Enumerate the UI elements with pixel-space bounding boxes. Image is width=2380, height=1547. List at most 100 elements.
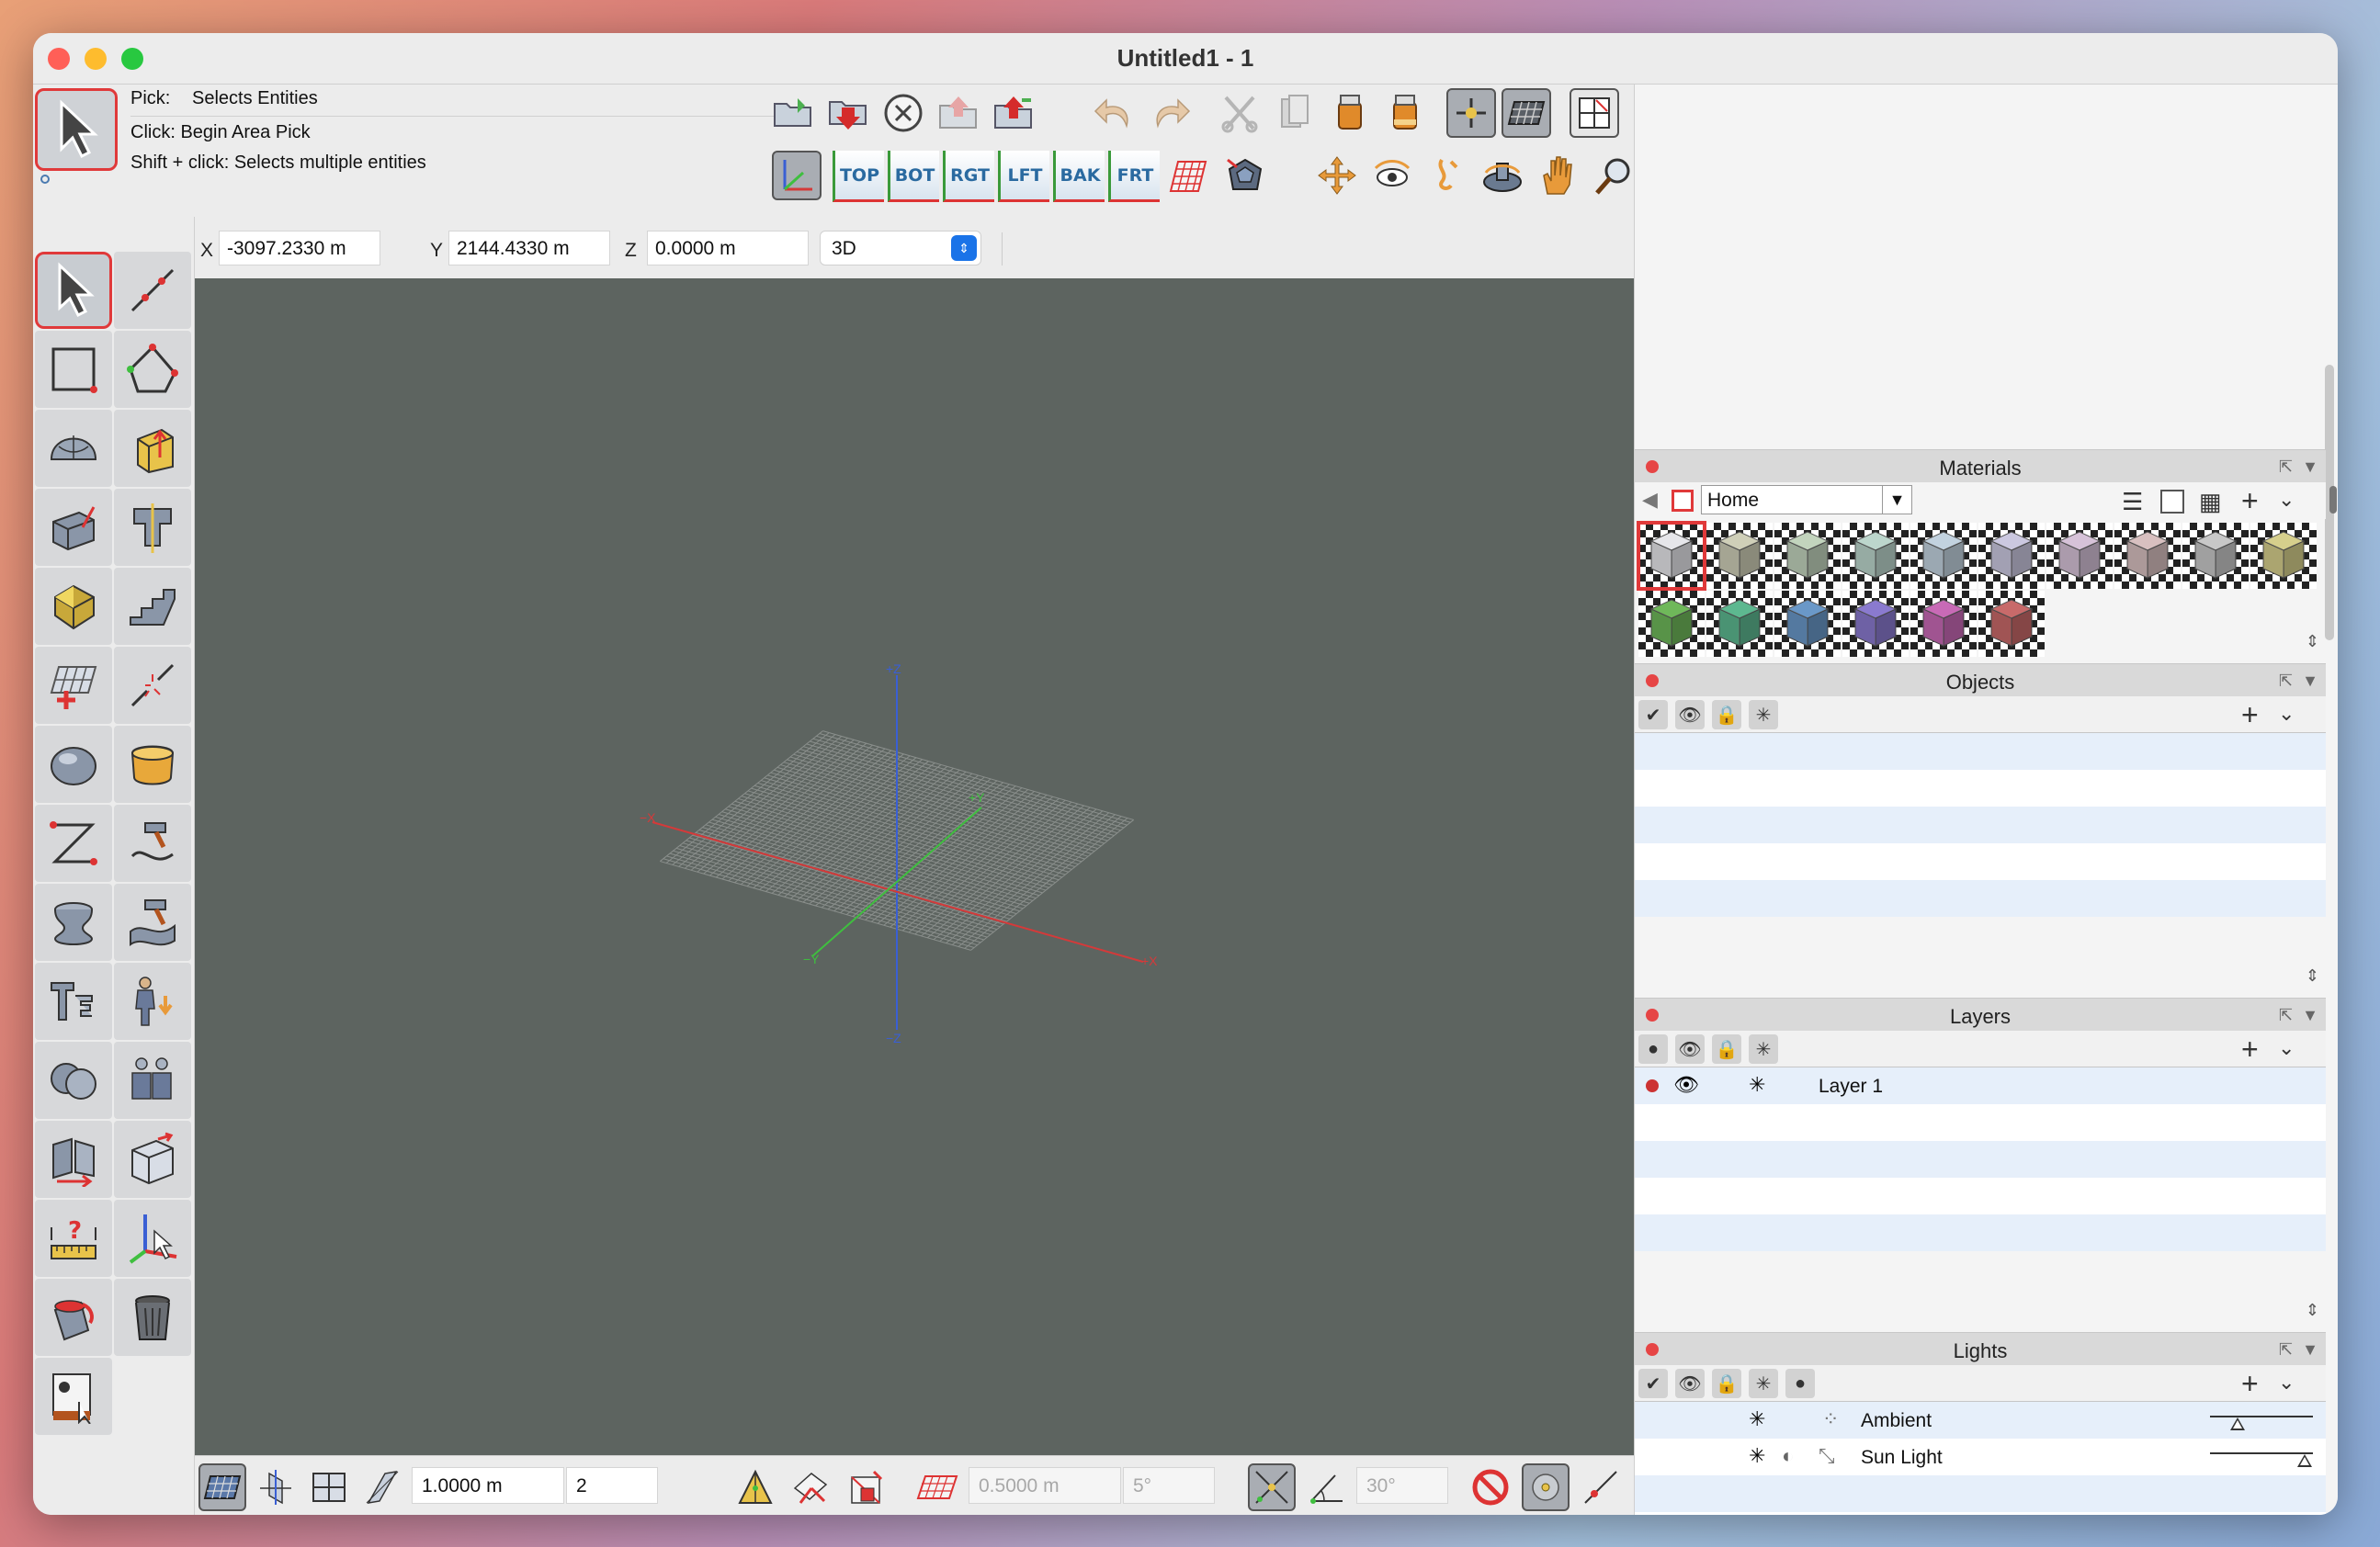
angle-constraint-field[interactable]: 30° [1356, 1467, 1448, 1504]
delete-tool[interactable] [114, 1279, 191, 1356]
y-coordinate-field[interactable]: 2144.4330 m [448, 231, 610, 265]
eye-icon[interactable]: 👁 [1673, 1073, 1699, 1097]
objects-chevron-down-icon[interactable]: ⌄ [2278, 702, 2295, 726]
grid-spacing-field[interactable]: 1.0000 m [412, 1467, 564, 1504]
material-swatch[interactable] [2046, 523, 2113, 589]
text-tool[interactable] [35, 963, 112, 1040]
3d-viewport[interactable]: +Z −Z +Y −Y +X −X [195, 278, 1634, 1486]
tool-options-dot[interactable] [40, 175, 50, 184]
light-row-sun[interactable]: ✳ ◐ ⤡ Sun Light [1635, 1439, 2326, 1475]
snowflake-icon[interactable]: ✳ [1749, 1369, 1778, 1398]
eye-icon[interactable]: 👁 [1675, 1034, 1705, 1064]
import-button[interactable] [934, 88, 983, 138]
line-tool[interactable] [114, 252, 191, 329]
record-dot-icon[interactable]: ● [1638, 1034, 1668, 1064]
stairs-tool[interactable] [114, 568, 191, 645]
material-swatch[interactable] [2182, 523, 2249, 589]
snap-angle-field[interactable]: 5° [1123, 1467, 1215, 1504]
add-object-plus-icon[interactable]: + [2241, 698, 2259, 732]
eye-icon[interactable]: 👁 [1675, 1369, 1705, 1398]
fit-objects-button[interactable] [1220, 151, 1270, 200]
view-bottom-button[interactable]: BOT [888, 151, 939, 202]
current-tool-indicator[interactable] [35, 88, 118, 171]
list-view-icon[interactable]: ☰ [2122, 488, 2143, 516]
slider-knob[interactable] [2230, 1417, 2246, 1430]
redo-button[interactable] [1145, 88, 1195, 138]
view-left-button[interactable]: LFT [998, 151, 1049, 202]
material-swatch[interactable] [1978, 591, 2045, 657]
lathe-tool[interactable] [114, 489, 191, 566]
material-swatch[interactable] [1842, 591, 1909, 657]
z-coordinate-field[interactable]: 0.0000 m [647, 231, 809, 265]
smooth-tool[interactable] [35, 726, 112, 803]
check-icon[interactable]: ✔ [1638, 1369, 1668, 1398]
light-intensity-slider[interactable] [2210, 1416, 2313, 1417]
lock-icon[interactable]: 🔒 [1712, 700, 1741, 729]
export-button[interactable] [989, 88, 1038, 138]
panel-menu-triangle-icon[interactable]: ▼ [2302, 672, 2318, 691]
check-icon[interactable]: ✔ [1638, 700, 1668, 729]
layers-resize-stepper-icon[interactable]: ⇕ [2306, 1301, 2319, 1320]
sphere-icon[interactable]: ● [1785, 1369, 1815, 1398]
bend-tool[interactable] [114, 805, 191, 882]
snap-to-point-button[interactable] [1248, 1463, 1296, 1511]
material-swatch[interactable] [2114, 523, 2181, 589]
snowflake-icon[interactable]: ✳ [1749, 1034, 1778, 1064]
extrude-tool[interactable] [114, 410, 191, 487]
back-arrow-icon[interactable]: ◀ [1642, 488, 1658, 512]
material-swatch[interactable] [1910, 523, 1977, 589]
snowflake-icon[interactable]: ✳ [1749, 1444, 1765, 1468]
panel-menu-triangle-icon[interactable]: ▼ [2302, 1340, 2318, 1360]
add-material-plus-icon[interactable]: + [2241, 484, 2259, 518]
window-plane-button[interactable] [305, 1463, 353, 1511]
shape-tool[interactable] [114, 884, 191, 961]
slider-knob[interactable] [2297, 1454, 2313, 1467]
snowflake-icon[interactable]: ✳ [1749, 1073, 1765, 1097]
expand-icon[interactable]: ⇱ [2279, 1006, 2293, 1025]
snap-to-face-button[interactable] [787, 1463, 834, 1511]
snap-lock-button[interactable] [842, 1463, 890, 1511]
grid-toggle-button[interactable] [1502, 88, 1551, 138]
material-swatch[interactable] [1706, 523, 1773, 589]
add-layer-plus-icon[interactable]: + [2241, 1033, 2259, 1067]
save-file-button[interactable] [823, 88, 873, 138]
skin-tool[interactable] [35, 568, 112, 645]
snap-distance-field[interactable]: 0.5000 m [969, 1467, 1121, 1504]
light-row-ambient[interactable]: ✳ ⁘ Ambient [1635, 1402, 2326, 1439]
pick-tool[interactable] [35, 252, 112, 329]
paint-tool[interactable] [35, 1279, 112, 1356]
break-tool[interactable] [114, 647, 191, 724]
revolve-tool[interactable] [35, 884, 112, 961]
material-swatch[interactable] [1638, 591, 1705, 657]
materials-chevron-down-icon[interactable]: ⌄ [2278, 488, 2295, 512]
snap-grid-button[interactable] [913, 1463, 961, 1511]
grid-subdivision-field[interactable]: 2 [566, 1467, 658, 1504]
snap-toggle-button[interactable] [1446, 88, 1496, 138]
layers-chevron-down-icon[interactable]: ⌄ [2278, 1036, 2295, 1060]
polygon-tool[interactable] [114, 331, 191, 408]
human-figure-tool[interactable] [114, 963, 191, 1040]
material-color-swatch[interactable] [1672, 490, 1694, 512]
snap-to-vertex-button[interactable] [731, 1463, 779, 1511]
vertical-plane-button[interactable] [252, 1463, 300, 1511]
add-light-plus-icon[interactable]: + [2241, 1367, 2259, 1401]
lock-icon[interactable]: 🔒 [1712, 1369, 1741, 1398]
view-front-button[interactable]: FRT [1108, 151, 1160, 202]
move-view-button[interactable] [1312, 151, 1362, 200]
turntable-view-button[interactable] [1478, 151, 1527, 200]
grid-plane-button[interactable] [198, 1463, 246, 1511]
active-layer-dot-icon[interactable] [1646, 1079, 1659, 1092]
material-library-select[interactable]: Home ▼ [1701, 485, 1912, 514]
objects-resize-stepper-icon[interactable]: ⇕ [2306, 966, 2319, 986]
close-file-button[interactable] [878, 88, 928, 138]
coordinate-mode-select[interactable]: 3D ⇕ [820, 231, 981, 265]
view-right-button[interactable]: RGT [943, 151, 994, 202]
cut-button[interactable] [1215, 88, 1264, 138]
sweep-tool[interactable] [35, 489, 112, 566]
explode-tool[interactable] [114, 1121, 191, 1198]
material-swatch[interactable] [1910, 591, 1977, 657]
walk-view-button[interactable] [1422, 151, 1472, 200]
light-name[interactable]: Sun Light [1861, 1447, 1943, 1469]
pan-view-button[interactable] [1533, 151, 1582, 200]
material-swatch[interactable] [1978, 523, 2045, 589]
